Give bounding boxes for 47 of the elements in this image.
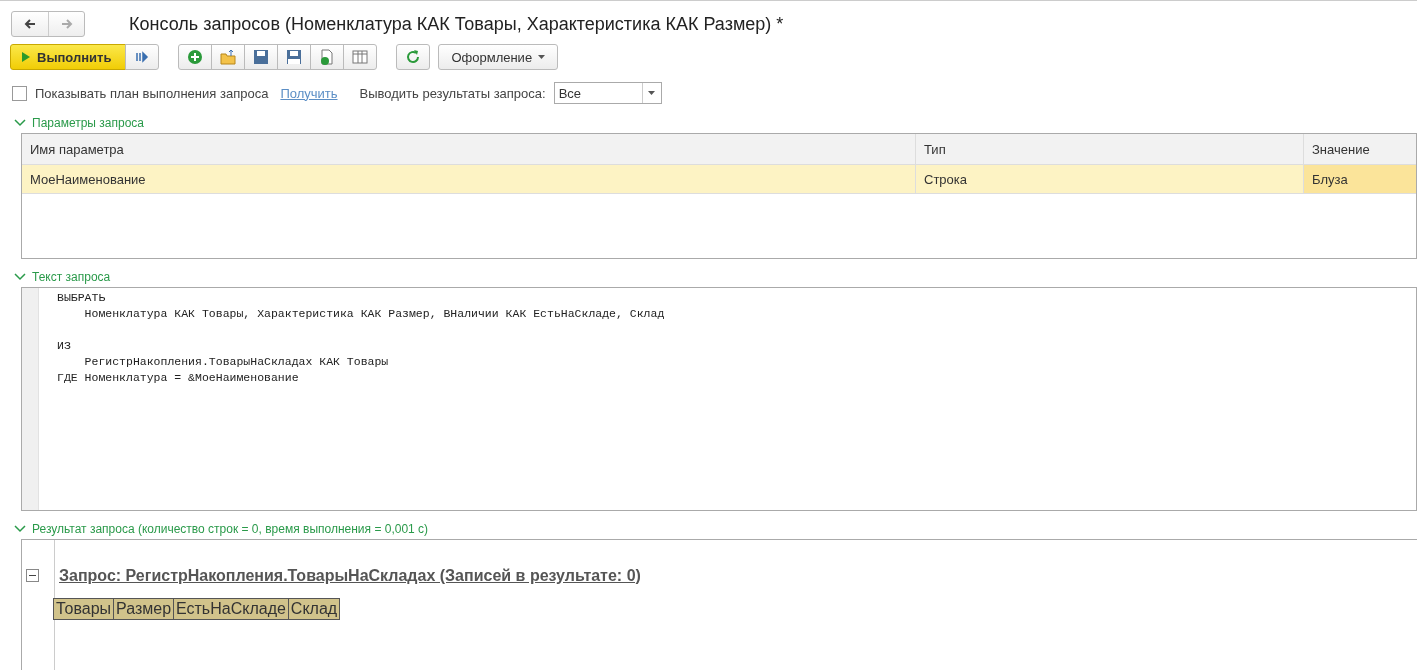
table-icon <box>352 49 369 65</box>
run-button[interactable]: Выполнить <box>10 44 127 70</box>
code-line: Номенклатура КАК Товары, Характеристика КАК Размер, ВНаличии КАК ЕстьНаСкладе, Склад <box>83 306 665 322</box>
result-heading: Запрос: РегистрНакопления.ТоварыНаСкладах (Записей в результате: 0) <box>59 567 641 585</box>
table-cell: Блуза <box>1303 165 1416 193</box>
code-line: ВЫБРАТЬ <box>57 290 107 306</box>
column-header[interactable]: Имя параметра <box>22 134 915 164</box>
open-button[interactable] <box>211 44 246 70</box>
section-title: Результат запроса (количество строк = 0, время выполнения = 0,001 с) <box>32 522 429 536</box>
plus-circle-icon <box>187 49 204 65</box>
get-link[interactable]: Получить <box>280 85 338 101</box>
section-title: Параметры запроса <box>32 116 144 130</box>
save-button[interactable] <box>244 44 279 70</box>
section-title: Текст запроса <box>32 270 111 284</box>
column-header[interactable]: Значение <box>1303 134 1416 164</box>
window-title: Консоль запросов (Номенклатура КАК Товары, Характеристика КАК Размер) * <box>129 13 784 35</box>
table-row[interactable]: МоеНаименование Строка Блуза <box>22 165 1416 194</box>
document-plus-icon <box>319 49 336 65</box>
play-icon <box>21 51 31 63</box>
minus-icon <box>29 572 36 579</box>
output-select[interactable]: Все <box>553 82 662 104</box>
collapse-toggle[interactable] <box>26 569 39 582</box>
step-button[interactable] <box>125 44 160 70</box>
caret-icon <box>538 55 546 59</box>
new-document-button[interactable] <box>310 44 345 70</box>
column-header: Склад <box>287 598 341 620</box>
checkbox[interactable] <box>12 85 27 101</box>
step-arrow-icon <box>134 49 151 65</box>
refresh-icon <box>405 49 422 65</box>
column-header: Размер <box>113 598 175 620</box>
column-header: ЕстьНаСкладе <box>173 598 289 620</box>
design-button[interactable]: Оформление <box>438 44 559 70</box>
code-line: РегистрНакопления.ТоварыНаСкладах КАК Товары <box>83 354 390 370</box>
query-editor[interactable]: ВЫБРАТЬ Номенклатура КАК Товары, Характеристика КАК Размер, ВНаличии КАК ЕстьНаСкладе, Склад ИЗ РегистрНакопления.ТоварыНаСкладах КАК Товары ГДЕ Номенклатура = &МоеНаименование <box>21 287 1417 511</box>
save-as-button[interactable] <box>277 44 312 70</box>
output-label: Выводить результаты запроса: <box>359 85 546 101</box>
table-cell-text: МоеНаименование <box>29 170 147 189</box>
refresh-button[interactable] <box>396 44 431 70</box>
add-button[interactable] <box>178 44 213 70</box>
caret-icon <box>648 91 656 95</box>
folder-icon <box>220 49 237 65</box>
table-button[interactable] <box>343 44 378 70</box>
code-line: ИЗ <box>57 338 72 354</box>
column-header: Товары <box>53 598 115 620</box>
column-header[interactable]: Тип <box>915 134 1303 164</box>
checkbox-label: Показывать план выполнения запроса <box>35 85 269 101</box>
code-line: ГДЕ Номенклатура = &МоеНаименование <box>57 370 300 386</box>
